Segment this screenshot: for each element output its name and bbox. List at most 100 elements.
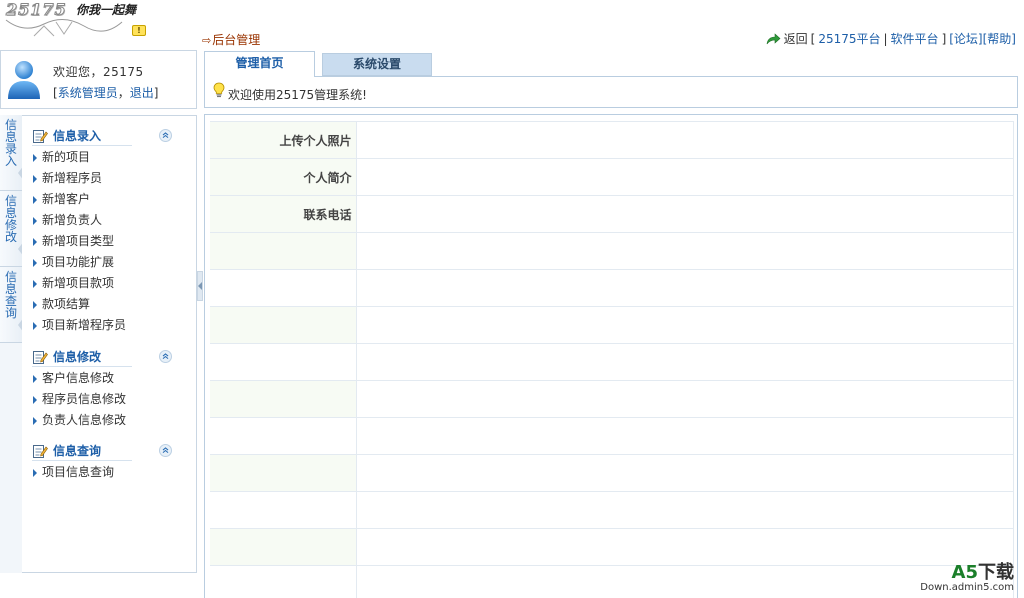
- return-link[interactable]: 返回: [784, 30, 808, 47]
- link-25175-platform[interactable]: 25175平台: [818, 30, 880, 47]
- form-row: [210, 306, 1014, 344]
- menu-item-programmer-edit[interactable]: 程序员信息修改: [32, 389, 192, 410]
- bullet-triangle-icon: [33, 322, 37, 330]
- form-label: [210, 306, 357, 344]
- form-label: [210, 380, 357, 418]
- bullet-triangle-icon: [33, 375, 37, 383]
- form-row: [210, 528, 1014, 566]
- form-row: [210, 269, 1014, 307]
- form-label: 联系电话: [210, 195, 357, 233]
- side-tab-entry[interactable]: 信息录入: [0, 115, 24, 191]
- menu-item-project-query[interactable]: 项目信息查询: [32, 462, 192, 483]
- site-logo[interactable]: 25175 你我一起舞 !: [4, 0, 154, 40]
- bullet-triangle-icon: [33, 469, 37, 477]
- menu-item-label: 项目功能扩展: [42, 255, 115, 269]
- form-value[interactable]: [356, 232, 1014, 270]
- welcome-message: 欢迎使用25175管理系统!: [228, 88, 367, 102]
- bullet-triangle-icon: [33, 417, 37, 425]
- form-label: [210, 454, 357, 492]
- collapse-up-icon[interactable]: [159, 444, 172, 457]
- watermark-rest: 下载: [978, 562, 1014, 583]
- bullet-triangle-icon: [33, 217, 37, 225]
- form-label: 个人简介: [210, 158, 357, 196]
- form-value[interactable]: [356, 158, 1014, 196]
- form-row: 上传个人照片: [210, 121, 1014, 159]
- top-nav: 返回 [ 25175平台 | 软件平台 ] [论坛] [帮助]: [765, 30, 1016, 47]
- edit-note-icon: [33, 351, 48, 364]
- menu-item-label: 程序员信息修改: [42, 392, 127, 406]
- welcome-user: 欢迎您，25175: [53, 65, 144, 79]
- watermark-a5: A5: [951, 562, 978, 583]
- menu-item-new-project[interactable]: 新的项目: [32, 147, 192, 168]
- link-forum[interactable]: [论坛]: [949, 30, 982, 47]
- form-row: [210, 454, 1014, 492]
- menu-item-label: 新增客户: [42, 192, 91, 206]
- user-avatar-icon: [8, 61, 40, 99]
- menu-group-header[interactable]: 信息修改: [32, 347, 172, 367]
- form-value[interactable]: [356, 269, 1014, 307]
- form-value[interactable]: [356, 454, 1014, 492]
- menu-item-customer-edit[interactable]: 客户信息修改: [32, 368, 192, 389]
- bullet-triangle-icon: [33, 154, 37, 162]
- sidebar-splitter[interactable]: [197, 271, 203, 301]
- menu-item-add-project-type[interactable]: 新增项目类型: [32, 231, 192, 252]
- side-tab-modify[interactable]: 信息修改: [0, 191, 24, 267]
- menu-item-add-payment[interactable]: 新增项目款项: [32, 273, 192, 294]
- main-tabs: 管理首页 系统设置: [204, 51, 1018, 77]
- form-label: [210, 528, 357, 566]
- form-label: [210, 232, 357, 270]
- form-value[interactable]: [356, 121, 1014, 159]
- form-row: [210, 343, 1014, 381]
- profile-form-table: 上传个人照片 个人简介 联系电话: [210, 121, 1014, 598]
- menu-item-manager-edit[interactable]: 负责人信息修改: [32, 410, 192, 431]
- menu-item-add-customer[interactable]: 新增客户: [32, 189, 192, 210]
- return-arrow-icon: [766, 32, 781, 44]
- bullet-triangle-icon: [33, 280, 37, 288]
- lightbulb-icon: [213, 82, 225, 98]
- collapse-up-icon[interactable]: [159, 129, 172, 142]
- form-value[interactable]: [356, 528, 1014, 566]
- form-value[interactable]: [356, 306, 1014, 344]
- form-row: [210, 565, 1014, 598]
- edit-note-icon: [33, 445, 48, 458]
- menu-group-title: 信息查询: [53, 444, 102, 458]
- form-value[interactable]: [356, 380, 1014, 418]
- tab-system-settings[interactable]: 系统设置: [322, 53, 432, 76]
- content-panel: 上传个人照片 个人简介 联系电话: [204, 114, 1018, 598]
- admin-link[interactable]: ⇨后台管理: [202, 31, 260, 48]
- side-tab-query[interactable]: 信息查询: [0, 267, 24, 343]
- form-label: [210, 491, 357, 529]
- menu-group-header[interactable]: 信息查询: [32, 441, 172, 461]
- form-label: [210, 269, 357, 307]
- admin-link-label: 后台管理: [212, 33, 261, 47]
- menu-item-label: 新增负责人: [42, 213, 103, 227]
- collapse-left-icon: [198, 282, 202, 290]
- form-value[interactable]: [356, 343, 1014, 381]
- menu-item-add-programmer[interactable]: 新增程序员: [32, 168, 192, 189]
- menu-item-project-add-programmer[interactable]: 项目新增程序员: [32, 315, 192, 336]
- menu-item-project-extension[interactable]: 项目功能扩展: [32, 252, 192, 273]
- menu-item-label: 款项结算: [42, 297, 91, 311]
- form-value[interactable]: [356, 195, 1014, 233]
- logout-link[interactable]: 退出: [130, 86, 154, 100]
- form-row: [210, 232, 1014, 270]
- pipe-separator: |: [883, 31, 888, 46]
- link-help[interactable]: [帮助]: [983, 30, 1016, 47]
- role-link[interactable]: 系统管理员: [58, 86, 118, 100]
- form-label: [210, 565, 357, 598]
- menu-item-label: 项目新增程序员: [42, 318, 127, 332]
- menu-group-modify: 信息修改 客户信息修改 程序员信息修改 负责人信息修改: [32, 347, 192, 431]
- link-software-platform[interactable]: 软件平台: [891, 30, 939, 47]
- menu-item-settlement[interactable]: 款项结算: [32, 294, 192, 315]
- logo-swoosh-icon: [5, 19, 123, 37]
- edit-note-icon: [33, 130, 48, 143]
- form-row: [210, 417, 1014, 455]
- menu-group-header[interactable]: 信息录入: [32, 126, 172, 146]
- form-value[interactable]: [356, 491, 1014, 529]
- side-tabs: 信息录入 信息修改 信息查询: [0, 115, 24, 573]
- bullet-triangle-icon: [33, 238, 37, 246]
- menu-item-add-manager[interactable]: 新增负责人: [32, 210, 192, 231]
- collapse-up-icon[interactable]: [159, 350, 172, 363]
- form-value[interactable]: [356, 417, 1014, 455]
- tab-admin-home[interactable]: 管理首页: [204, 51, 315, 77]
